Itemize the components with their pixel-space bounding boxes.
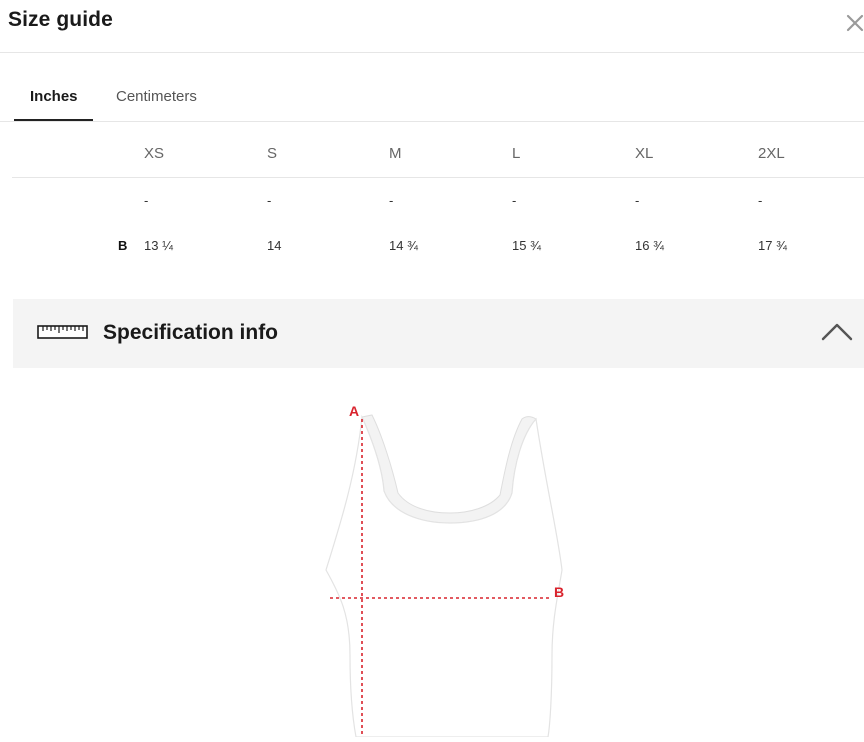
cell-value: 17 ¾ bbox=[758, 238, 787, 253]
tab-centimeters[interactable]: Centimeters bbox=[116, 88, 197, 105]
size-header-2xl: 2XL bbox=[758, 145, 785, 162]
cell-value: 16 ¾ bbox=[635, 238, 664, 253]
cell-value: - bbox=[389, 193, 394, 208]
size-header-xl: XL bbox=[635, 145, 654, 162]
ruler-icon bbox=[37, 325, 88, 344]
measure-label-a: A bbox=[349, 403, 359, 419]
size-header-l: L bbox=[512, 145, 521, 162]
specification-title: Specification info bbox=[103, 321, 279, 344]
close-icon[interactable] bbox=[846, 8, 864, 36]
unit-tabs: Inches Centimeters bbox=[0, 53, 864, 122]
cell-value: 13 ¼ bbox=[144, 238, 173, 253]
tab-inches[interactable]: Inches bbox=[30, 88, 78, 105]
size-header-xs: XS bbox=[144, 145, 165, 162]
active-tab-indicator bbox=[14, 119, 93, 121]
cell-value: - bbox=[144, 193, 149, 208]
cell-value: 14 bbox=[267, 238, 282, 253]
cell-value: 15 ¾ bbox=[512, 238, 541, 253]
measurement-diagram: A B bbox=[300, 395, 600, 742]
size-header-row: XS S M L XL 2XL bbox=[12, 122, 864, 178]
cell-value: - bbox=[267, 193, 272, 208]
page-title: Size guide bbox=[8, 8, 113, 31]
cell-value: - bbox=[758, 193, 763, 208]
size-header-s: S bbox=[267, 145, 278, 162]
cell-value: - bbox=[512, 193, 517, 208]
cell-value: 14 ¾ bbox=[389, 238, 418, 253]
row-label: B bbox=[118, 238, 128, 253]
specification-info-toggle[interactable]: Specification info bbox=[13, 299, 864, 368]
modal-header: Size guide bbox=[0, 0, 864, 53]
chevron-up-icon[interactable] bbox=[821, 321, 853, 346]
cell-value: - bbox=[635, 193, 640, 208]
size-header-m: M bbox=[389, 145, 402, 162]
measure-label-b: B bbox=[554, 584, 564, 600]
